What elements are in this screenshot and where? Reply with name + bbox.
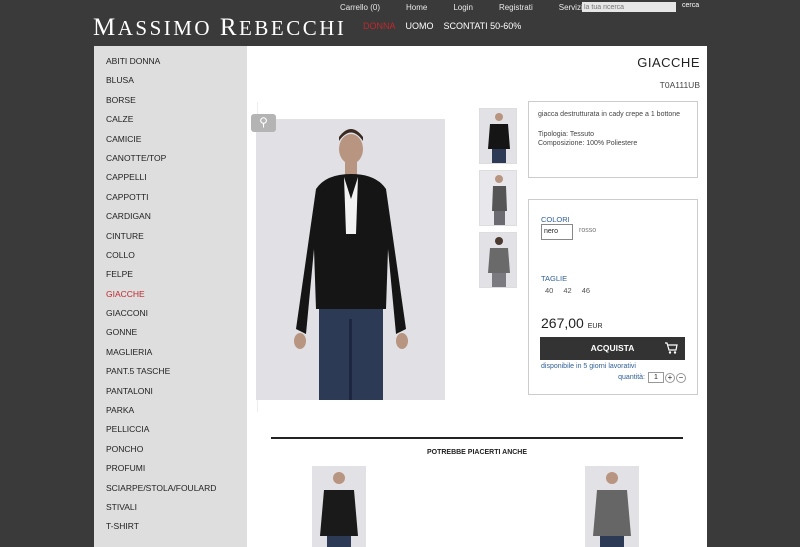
logo-word: EBECCHI (239, 16, 347, 40)
sidebar-item-felpe[interactable]: FELPE (94, 268, 247, 287)
colors-label: COLORI (541, 215, 570, 224)
sidebar-item-cardigan[interactable]: CARDIGAN (94, 210, 247, 229)
nav-scontati[interactable]: SCONTATI 50-60% (444, 21, 522, 31)
nav-uomo[interactable]: UOMO (406, 21, 434, 31)
sidebar-item-borse[interactable]: BORSE (94, 94, 247, 113)
sidebar-item-pelliccia[interactable]: PELLICCIA (94, 423, 247, 442)
availability-text: disponibile in 5 giorni lavorativi (541, 363, 636, 370)
price-value: 267,00 (541, 315, 584, 331)
sidebar-item-calze[interactable]: CALZE (94, 113, 247, 132)
price: 267,00 EUR (541, 315, 603, 331)
sidebar-item-giacche[interactable]: GIACCHE (94, 288, 247, 307)
sidebar-item-blusa[interactable]: BLUSA (94, 74, 247, 93)
suggestions-title: POTREBBE PIACERTI ANCHE (426, 449, 528, 456)
logo-initial: R (219, 14, 240, 41)
quantity-stepper: quantità: 1 + − (618, 372, 686, 383)
thumbnail-back[interactable] (479, 232, 517, 288)
product-description: giacca destrutturata in cady crepe a 1 b… (538, 111, 681, 118)
quantity-label: quantità: (618, 374, 645, 381)
size-option[interactable]: 42 (563, 286, 571, 295)
quantity-field[interactable]: 1 (648, 372, 664, 383)
size-options: 40 42 46 (545, 286, 600, 295)
buy-button[interactable]: ACQUISTA (540, 337, 685, 360)
sidebar-item-parka[interactable]: PARKA (94, 404, 247, 423)
category-sidebar: ABITI DONNA BLUSA BORSE CALZE CAMICIE CANOTTE… (94, 46, 247, 547)
suggested-product-image[interactable] (312, 466, 366, 547)
thumbnail-front[interactable] (479, 108, 517, 164)
logo-initial: M (93, 14, 118, 41)
category-list: ABITI DONNA BLUSA BORSE CALZE CAMICIE CANOTTE… (94, 46, 247, 540)
site-logo[interactable]: MASSIMO REBECCHI (93, 14, 346, 42)
search-input[interactable] (582, 2, 676, 12)
sidebar-item-abiti-donna[interactable]: ABITI DONNA (94, 55, 247, 74)
sidebar-item-cappotti[interactable]: CAPPOTTI (94, 191, 247, 210)
page-title: GIACCHE (637, 55, 700, 70)
register-link[interactable]: Registrati (499, 3, 533, 12)
product-composition: Composizione: 100% Poliestere (538, 140, 638, 147)
sidebar-item-camicie[interactable]: CAMICIE (94, 133, 247, 152)
size-option[interactable]: 46 (582, 286, 590, 295)
page-content: ABITI DONNA BLUSA BORSE CALZE CAMICIE CANOTTE… (94, 46, 707, 547)
home-link[interactable]: Home (406, 3, 427, 12)
description-box: giacca destrutturata in cady crepe a 1 b… (528, 101, 698, 178)
section-divider (271, 437, 683, 439)
size-option[interactable]: 40 (545, 286, 553, 295)
sidebar-item-stivali[interactable]: STIVALI (94, 501, 247, 520)
sidebar-item-canotte-top[interactable]: CANOTTE/TOP (94, 152, 247, 171)
suggested-product-image[interactable] (585, 466, 639, 547)
product-code: T0A111UB (659, 80, 700, 90)
sidebar-item-profumi[interactable]: PROFUMI (94, 462, 247, 481)
search-button[interactable]: cerca (682, 2, 699, 9)
color-option-rosso[interactable]: rosso (579, 227, 596, 234)
sidebar-item-collo[interactable]: COLLO (94, 249, 247, 268)
sidebar-item-maglieria[interactable]: MAGLIERIA (94, 346, 247, 365)
main-nav: DONNA UOMO SCONTATI 50-60% (363, 21, 531, 31)
cart-link[interactable]: Carrello (0) (340, 3, 380, 12)
sidebar-item-cappelli[interactable]: CAPPELLI (94, 171, 247, 190)
sizes-label: TAGLIE (541, 274, 568, 283)
login-link[interactable]: Login (453, 3, 473, 12)
sidebar-item-giacconi[interactable]: GIACCONI (94, 307, 247, 326)
sidebar-item-cinture[interactable]: CINTURE (94, 230, 247, 249)
sidebar-item-pantaloni[interactable]: PANTALONI (94, 385, 247, 404)
thumbnail-side[interactable] (479, 170, 517, 226)
sidebar-item-pant-5-tasche[interactable]: PANT.5 TASCHE (94, 365, 247, 384)
purchase-box: COLORI nero rosso TAGLIE 40 42 46 267,00… (528, 199, 698, 395)
product-typology: Tipologia: Tessuto (538, 130, 595, 138)
logo-word: ASSIMO (117, 16, 213, 40)
sidebar-item-t-shirt[interactable]: T-SHIRT (94, 520, 247, 539)
sidebar-item-sciarpe-stola-foulard[interactable]: SCIARPE/STOLA/FOULARD (94, 482, 247, 501)
quantity-minus-button[interactable]: − (676, 372, 686, 383)
cart-icon (665, 342, 678, 354)
zoom-icon[interactable]: ⚲ (251, 114, 276, 132)
sidebar-item-gonne[interactable]: GONNE (94, 326, 247, 345)
color-option-nero[interactable]: nero (541, 224, 573, 240)
price-currency: EUR (587, 323, 603, 330)
quantity-plus-button[interactable]: + (665, 372, 675, 383)
buy-button-label: ACQUISTA (590, 343, 635, 353)
product-main-image[interactable] (256, 119, 445, 400)
nav-donna[interactable]: DONNA (363, 21, 396, 31)
sidebar-item-poncho[interactable]: PONCHO (94, 443, 247, 462)
